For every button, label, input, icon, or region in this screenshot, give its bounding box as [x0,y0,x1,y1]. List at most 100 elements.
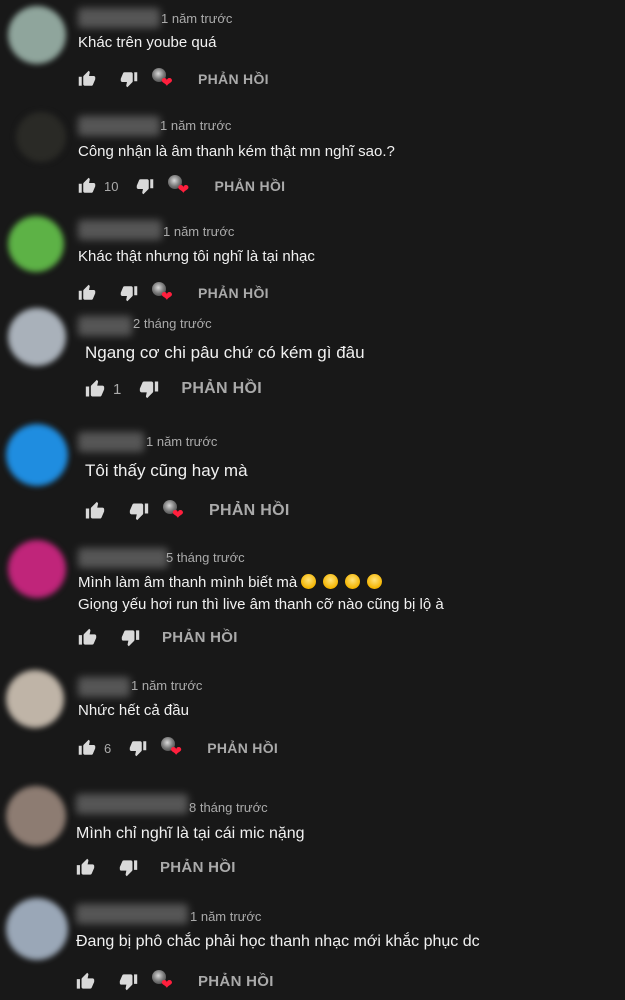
author-name-redacted[interactable] [78,432,144,452]
avatar[interactable] [16,112,66,162]
thumb-down-icon [120,72,138,88]
comment-text-line: Khác thật nhưng tôi nghĩ là tại nhạc [78,248,315,265]
dislike-button[interactable] [120,70,138,88]
dislike-button[interactable] [136,177,154,195]
author-name-redacted[interactable] [78,316,132,336]
dislike-button[interactable] [120,284,138,302]
thumb-down-icon [120,286,138,302]
like-button[interactable] [76,972,95,991]
thumb-up-icon [76,972,95,989]
comment-timestamp[interactable]: 2 tháng trước [133,316,212,331]
comment-text: Giọng yếu hơi run thì live âm thanh cỡ n… [78,596,444,613]
like-button[interactable] [78,628,97,647]
creator-heart-badge: ❤ [163,500,189,522]
comment-text-line: Tôi thấy cũng hay mà [85,461,248,480]
comment-text: Mình làm âm thanh mình biết mà [78,574,384,591]
thumb-down-icon [129,741,147,757]
comment-timestamp[interactable]: 8 tháng trước [189,800,268,815]
like-button[interactable] [78,284,96,302]
author-name-redacted[interactable] [78,116,160,136]
comment-text: Ngang cơ chi pâu chứ có kém gì đâu [85,343,365,363]
author-name-redacted[interactable] [78,220,162,240]
thumb-down-icon [129,503,149,521]
comment-text-line: Công nhận là âm thanh kém thật mn nghĩ s… [78,143,395,160]
dislike-button[interactable] [119,972,138,991]
creator-heart-badge: ❤ [168,175,194,197]
comment-timestamp[interactable]: 5 tháng trước [166,550,245,565]
comment-text-line: Ngang cơ chi pâu chứ có kém gì đâu [85,343,365,362]
comment-timestamp[interactable]: 1 năm trước [160,118,231,133]
dislike-button[interactable] [129,739,147,757]
avatar[interactable] [6,898,68,960]
grinning-sweat-emoji-icon [367,574,383,589]
grinning-sweat-emoji-icon [323,574,339,589]
comment-text: Khác thật nhưng tôi nghĩ là tại nhạc [78,248,315,265]
comment-text: Nhức hết cả đầu [78,702,189,719]
like-button[interactable] [76,858,95,877]
grinning-sweat-emoji-icon [301,574,317,589]
comment-timestamp[interactable]: 1 năm trước [146,434,217,449]
reply-button[interactable]: PHẢN HỒI [160,859,236,876]
thumb-up-icon [85,379,105,397]
reply-button[interactable]: PHẢN HỒI [181,380,262,398]
comment-timestamp[interactable]: 1 năm trước [161,11,232,26]
like-count: 1 [113,380,122,398]
comment-actions: ❤ PHẢN HỒI [78,282,269,304]
dislike-button[interactable] [139,379,159,399]
author-name-redacted[interactable] [78,8,160,28]
comment-actions: PHẢN HỒI [78,628,238,647]
like-button[interactable] [78,70,96,88]
avatar[interactable] [8,6,66,64]
comment-text-line: Mình làm âm thanh mình biết mà [78,574,298,591]
avatar[interactable] [8,308,66,366]
creator-heart-icon: ❤ [161,976,173,992]
like-button[interactable] [78,177,96,195]
avatar[interactable] [8,216,64,272]
comment-actions: 6 ❤ PHẢN HỒI [78,737,278,759]
reply-button[interactable]: PHẢN HỒI [214,178,285,194]
like-button[interactable] [85,379,105,399]
thumb-down-icon [140,381,159,399]
reply-button[interactable]: PHẢN HỒI [198,973,274,990]
like-count: 10 [104,178,119,194]
like-button[interactable] [85,501,105,521]
comment-text: Khác trên yoube quá [78,34,216,51]
reply-button[interactable]: PHẢN HỒI [198,285,269,301]
comment-timestamp[interactable]: 1 năm trước [190,909,261,924]
author-name-redacted[interactable] [78,548,168,568]
reply-button[interactable]: PHẢN HỒI [162,629,238,646]
grinning-sweat-emoji-icon [345,574,361,589]
author-name-redacted[interactable] [78,677,130,697]
like-button[interactable] [78,739,96,757]
creator-heart-icon: ❤ [172,506,184,522]
comment-timestamp[interactable]: 1 năm trước [163,224,234,239]
comment-text: Công nhận là âm thanh kém thật mn nghĩ s… [78,143,395,160]
thumb-down-icon [119,973,138,990]
author-name-redacted[interactable] [76,794,188,814]
dislike-button[interactable] [119,858,138,877]
avatar[interactable] [6,786,66,846]
creator-heart-icon: ❤ [170,743,182,759]
comment-text: Mình chỉ nghĩ là tại cái mic nặng [76,825,305,843]
dislike-button[interactable] [129,501,149,521]
reply-button[interactable]: PHẢN HỒI [198,71,269,87]
author-name-redacted[interactable] [76,904,188,924]
avatar[interactable] [6,424,68,486]
comment-timestamp[interactable]: 1 năm trước [131,678,202,693]
comment-text: Đang bị phô chắc phải học thanh nhạc mới… [76,933,480,951]
comment-actions: ❤ PHẢN HỒI [78,68,269,90]
thumb-up-icon [78,739,96,755]
avatar[interactable] [6,670,64,728]
creator-heart-icon: ❤ [161,288,173,304]
thumb-up-icon [78,628,97,645]
comment-text-line: Mình chỉ nghĩ là tại cái mic nặng [76,825,305,842]
comment-text-line: Khác trên yoube quá [78,34,217,51]
thumb-up-icon [78,284,96,300]
comment-actions: PHẢN HỒI [76,858,236,877]
comment-actions: ❤ PHẢN HỒI [76,970,274,992]
comment-text: Tôi thấy cũng hay mà [85,461,248,481]
reply-button[interactable]: PHẢN HỒI [209,502,290,520]
avatar[interactable] [8,540,66,598]
dislike-button[interactable] [121,628,140,647]
reply-button[interactable]: PHẢN HỒI [207,740,278,756]
